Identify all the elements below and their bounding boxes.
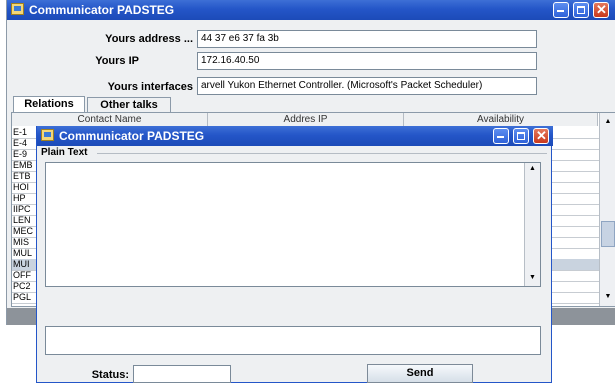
contact-name-cell: HP bbox=[13, 193, 26, 203]
plain-text-scrollbar[interactable]: ▲ ▼ bbox=[524, 163, 540, 286]
contact-name-cell: E-1 bbox=[13, 127, 28, 137]
close-button[interactable]: ✕ bbox=[593, 2, 609, 18]
contact-name-cell: EMB bbox=[13, 160, 33, 170]
dialog-title: Communicator PADSTEG bbox=[59, 129, 205, 143]
status-field[interactable] bbox=[133, 365, 231, 383]
plain-text-divider bbox=[97, 153, 547, 154]
dialog-titlebar[interactable]: Communicator PADSTEG ✕ bbox=[37, 126, 553, 146]
message-input[interactable] bbox=[45, 326, 541, 355]
minimize-button[interactable] bbox=[553, 2, 569, 18]
ip-label: Yours IP bbox=[95, 55, 139, 67]
table-header: Contact Name Addres IP Availability bbox=[12, 113, 598, 126]
close-icon: ✕ bbox=[536, 128, 547, 143]
column-header-contact-name[interactable]: Contact Name bbox=[12, 113, 208, 126]
scroll-thumb[interactable] bbox=[601, 221, 615, 247]
tab-relations[interactable]: Relations bbox=[13, 96, 85, 113]
contact-name-cell: OFF bbox=[13, 270, 31, 280]
ip-field[interactable]: 172.16.40.50 bbox=[197, 52, 537, 70]
column-header-availability[interactable]: Availability bbox=[404, 113, 598, 126]
contact-name-cell: MUL bbox=[13, 248, 33, 258]
status-label: Status: bbox=[91, 369, 129, 381]
app-icon bbox=[11, 3, 24, 15]
background-window-edge bbox=[0, 0, 6, 383]
main-window-titlebar[interactable]: Communicator PADSTEG ✕ bbox=[7, 0, 615, 20]
interfaces-label: Yours interfaces bbox=[107, 81, 193, 93]
dialog-app-icon bbox=[41, 129, 54, 141]
contact-name-cell: MEC bbox=[13, 226, 33, 236]
dialog-window: Communicator PADSTEG ✕ Plain Text ▲ ▼ St… bbox=[36, 126, 553, 383]
contact-name-cell: PC2 bbox=[13, 281, 31, 291]
address-field[interactable]: 44 37 e6 37 fa 3b bbox=[197, 30, 537, 48]
minimize-icon bbox=[557, 10, 564, 12]
interfaces-field[interactable]: arvell Yukon Ethernet Controller. (Micro… bbox=[197, 77, 537, 95]
plain-text-area[interactable]: ▲ ▼ bbox=[45, 162, 541, 287]
screen: { "main_window": { "title": "Communicato… bbox=[0, 0, 615, 383]
plain-text-label: Plain Text bbox=[41, 147, 88, 158]
contact-name-cell: HOI bbox=[13, 182, 30, 192]
dialog-minimize-button[interactable] bbox=[493, 128, 509, 144]
main-window-title: Communicator PADSTEG bbox=[29, 3, 175, 17]
close-icon: ✕ bbox=[596, 2, 607, 17]
contact-name-cell: MIS bbox=[13, 237, 30, 247]
contact-name-cell: ETB bbox=[13, 171, 31, 181]
scroll-down-arrow-icon[interactable]: ▼ bbox=[600, 293, 615, 300]
maximize-icon bbox=[577, 6, 585, 14]
dialog-maximize-button[interactable] bbox=[513, 128, 529, 144]
maximize-icon bbox=[517, 132, 525, 140]
table-scrollbar[interactable]: ▲ ▼ bbox=[599, 113, 615, 306]
send-button[interactable]: Send bbox=[367, 364, 473, 383]
contact-name-cell: E-4 bbox=[13, 138, 28, 148]
contact-name-cell: MUI bbox=[13, 259, 30, 269]
tab-other-talks[interactable]: Other talks bbox=[87, 97, 171, 112]
address-label: Yours address ... bbox=[105, 33, 193, 45]
scroll-up-arrow-icon[interactable]: ▲ bbox=[600, 118, 615, 125]
contact-name-cell: E-9 bbox=[13, 149, 28, 159]
column-header-addres-ip[interactable]: Addres IP bbox=[208, 113, 404, 126]
dialog-close-button[interactable]: ✕ bbox=[533, 128, 549, 144]
scroll-up-arrow-icon[interactable]: ▲ bbox=[525, 165, 540, 172]
contact-name-cell: LEN bbox=[13, 215, 31, 225]
contact-name-cell: PGL bbox=[13, 292, 32, 302]
minimize-icon bbox=[497, 136, 504, 138]
maximize-button[interactable] bbox=[573, 2, 589, 18]
contact-name-cell: IIPC bbox=[13, 204, 31, 214]
scroll-down-arrow-icon[interactable]: ▼ bbox=[525, 274, 540, 281]
